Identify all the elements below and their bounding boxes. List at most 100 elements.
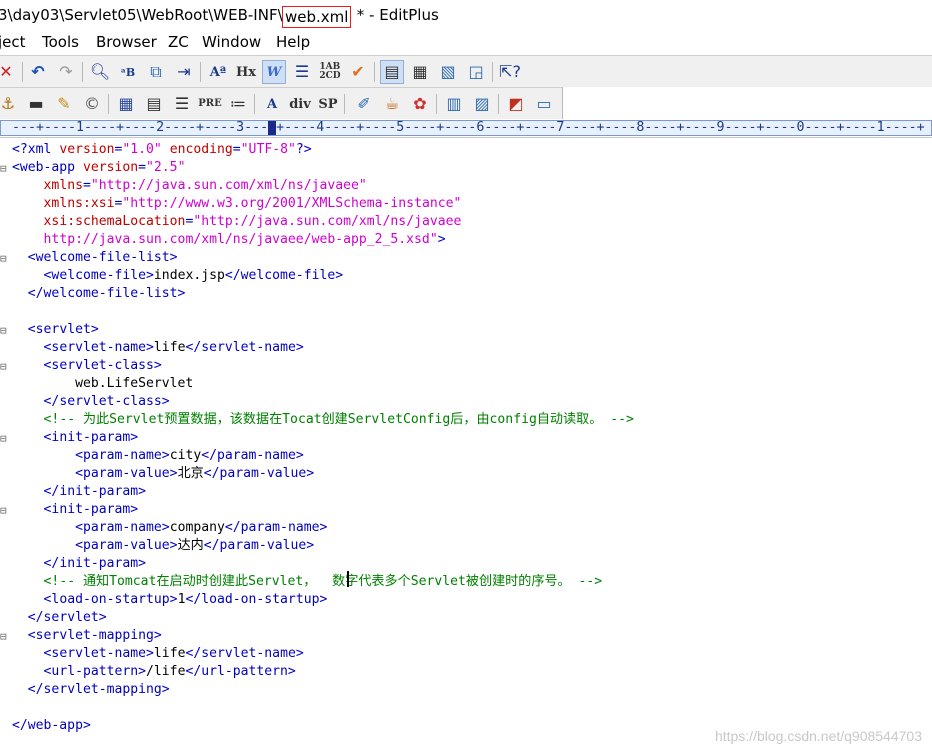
code-line[interactable]: <param-value>北京</param-value> — [12, 465, 314, 483]
menu-project[interactable]: ject — [0, 33, 26, 51]
code-line[interactable]: <!-- 为此Servlet预置数据，该数据在Tocat创建ServletCon… — [12, 411, 634, 429]
code-line[interactable]: <servlet-class> — [12, 357, 162, 375]
code-token: version — [82, 160, 139, 175]
code-line[interactable]: <param-name>city</param-name> — [12, 447, 304, 465]
code-line[interactable]: <welcome-file>index.jsp</welcome-file> — [12, 267, 344, 285]
code-token: </welcome-file-list> — [27, 286, 186, 301]
code-line[interactable]: <servlet-name>life</servlet-name> — [12, 339, 304, 357]
code-line[interactable]: <param-name>company</param-name> — [12, 519, 327, 537]
code-line[interactable]: <init-param> — [12, 501, 139, 519]
code-token: 达内 — [177, 538, 204, 553]
code-token: </param-name> — [224, 520, 328, 535]
list-icon[interactable]: ☰ — [170, 92, 194, 116]
view-1-icon[interactable]: ▤ — [380, 60, 404, 84]
cup-icon[interactable]: ☕ — [380, 92, 404, 116]
fold-toggle-icon[interactable]: ⊟ — [0, 505, 10, 516]
pre-icon[interactable]: PRE — [198, 92, 222, 116]
font-icon[interactable]: Aª — [206, 60, 230, 84]
menu-help[interactable]: Help — [276, 33, 310, 51]
code-line[interactable]: <init-param> — [12, 429, 139, 447]
color-icon[interactable]: ✿ — [408, 92, 432, 116]
replace-icon[interactable]: ᵃB — [116, 60, 140, 84]
find-icon[interactable]: 🔍︎ — [88, 60, 112, 84]
layout-icon[interactable]: ▨ — [470, 92, 494, 116]
code-line[interactable]: </servlet> — [12, 609, 107, 627]
code-line[interactable]: <?xml version="1.0" encoding="UTF-8"?> — [12, 141, 312, 159]
code-line[interactable]: </servlet-class> — [12, 393, 170, 411]
sp-icon[interactable]: SP — [316, 92, 340, 116]
word-wrap-icon[interactable]: W — [262, 60, 286, 84]
grid-icon[interactable]: ▥ — [442, 92, 466, 116]
find-in-files-icon[interactable]: ⧉ — [144, 60, 168, 84]
hx-icon[interactable]: Hx — [234, 60, 258, 84]
text-caret — [347, 571, 349, 587]
code-line[interactable]: xsi:schemaLocation="http://java.sun.com/… — [12, 213, 462, 231]
code-token: xmlns — [43, 178, 83, 193]
menu-zc[interactable]: ZC — [168, 33, 189, 51]
code-line[interactable]: <servlet-name>life</servlet-name> — [12, 645, 304, 663]
code-editor[interactable]: <?xml version="1.0" encoding="UTF-8"?> ⊟ <… — [0, 138, 932, 750]
line-break-icon[interactable]: ☰ — [290, 60, 314, 84]
code-line[interactable]: <!-- 通知Tomcat在启动时创建此Servlet， 数字代表多个Servl… — [12, 573, 603, 591]
brush-icon[interactable]: ✐ — [352, 92, 376, 116]
menu-bar: ject Tools Browser ZC Window Help — [0, 32, 932, 54]
code-line[interactable]: <servlet> — [12, 321, 99, 339]
pencil-icon[interactable]: ✎ — [52, 92, 76, 116]
code-token: </param-value> — [203, 466, 315, 481]
a-icon[interactable]: A — [260, 92, 284, 116]
code-line[interactable]: </web-app> — [12, 717, 91, 735]
code-line[interactable]: <param-value>达内</param-value> — [12, 537, 314, 555]
code-line[interactable]: <welcome-file-list> — [12, 249, 178, 267]
code-line[interactable]: http://java.sun.com/xml/ns/javaee/web-ap… — [12, 231, 446, 249]
copyright-icon[interactable]: © — [80, 92, 104, 116]
code-line[interactable]: </init-param> — [12, 555, 146, 573]
anchor-icon[interactable]: ⚓ — [0, 92, 20, 116]
menu-browser[interactable]: Browser — [96, 33, 157, 51]
code-line[interactable]: <load-on-startup>1</load-on-startup> — [12, 591, 328, 609]
redo-icon[interactable]: ↷ — [54, 60, 78, 84]
code-token: </servlet-name> — [185, 340, 304, 355]
code-token: <!-- 通知Tomcat在启动时创建此Servlet， 数字代表多个Servl… — [43, 574, 603, 589]
code-line[interactable]: <servlet-mapping> — [12, 627, 162, 645]
close-icon[interactable]: ✕ — [0, 60, 18, 84]
fold-toggle-icon[interactable]: ⊟ — [0, 361, 10, 372]
menu-window[interactable]: Window — [202, 33, 261, 51]
fold-toggle-icon[interactable]: ⊟ — [0, 163, 10, 174]
form-icon[interactable]: ▤ — [142, 92, 166, 116]
fold-toggle-icon[interactable]: ⊟ — [0, 325, 10, 336]
code-line[interactable]: </init-param> — [12, 483, 146, 501]
div-icon[interactable]: div — [288, 92, 312, 116]
hr-icon[interactable]: ▬ — [24, 92, 48, 116]
code-line[interactable]: web.LifeServlet — [12, 375, 193, 393]
table-icon[interactable]: ▦ — [114, 92, 138, 116]
fold-toggle-icon[interactable]: ⊟ — [0, 253, 10, 264]
code-line[interactable]: <web-app version="2.5" — [12, 159, 185, 177]
code-line[interactable]: <url-pattern>/life</url-pattern> — [12, 663, 296, 681]
goto-line-icon[interactable]: ⇥ — [172, 60, 196, 84]
ab-spell-icon[interactable]: 1AB 2CD — [318, 60, 342, 84]
view-3-icon[interactable]: ▧ — [436, 60, 460, 84]
code-line[interactable]: xmlns="http://java.sun.com/xml/ns/javaee… — [12, 177, 367, 195]
code-line[interactable]: </welcome-file-list> — [12, 285, 186, 303]
menu-tools[interactable]: Tools — [42, 33, 79, 51]
code-line[interactable]: </servlet-mapping> — [12, 681, 170, 699]
window-icon[interactable]: ▭ — [532, 92, 556, 116]
view-2-icon[interactable]: ▦ — [408, 60, 432, 84]
fold-toggle-icon[interactable]: ⊟ — [0, 631, 10, 642]
view-4-icon[interactable]: ◲ — [464, 60, 488, 84]
ordered-list-icon[interactable]: ≔ — [226, 92, 250, 116]
undo-icon[interactable]: ↶ — [26, 60, 50, 84]
code-token: "http://java.sun.com/xml/ns/javaee" — [90, 178, 367, 193]
window-color-icon[interactable]: ◩ — [504, 92, 528, 116]
fold-toggle-icon[interactable]: ⊟ — [0, 433, 10, 444]
check-icon[interactable]: ✔ — [346, 60, 370, 84]
help-cursor-icon[interactable]: ⇱? — [498, 60, 522, 84]
code-line[interactable]: xmlns:xsi="http://www.w3.org/2001/XMLSch… — [12, 195, 462, 213]
